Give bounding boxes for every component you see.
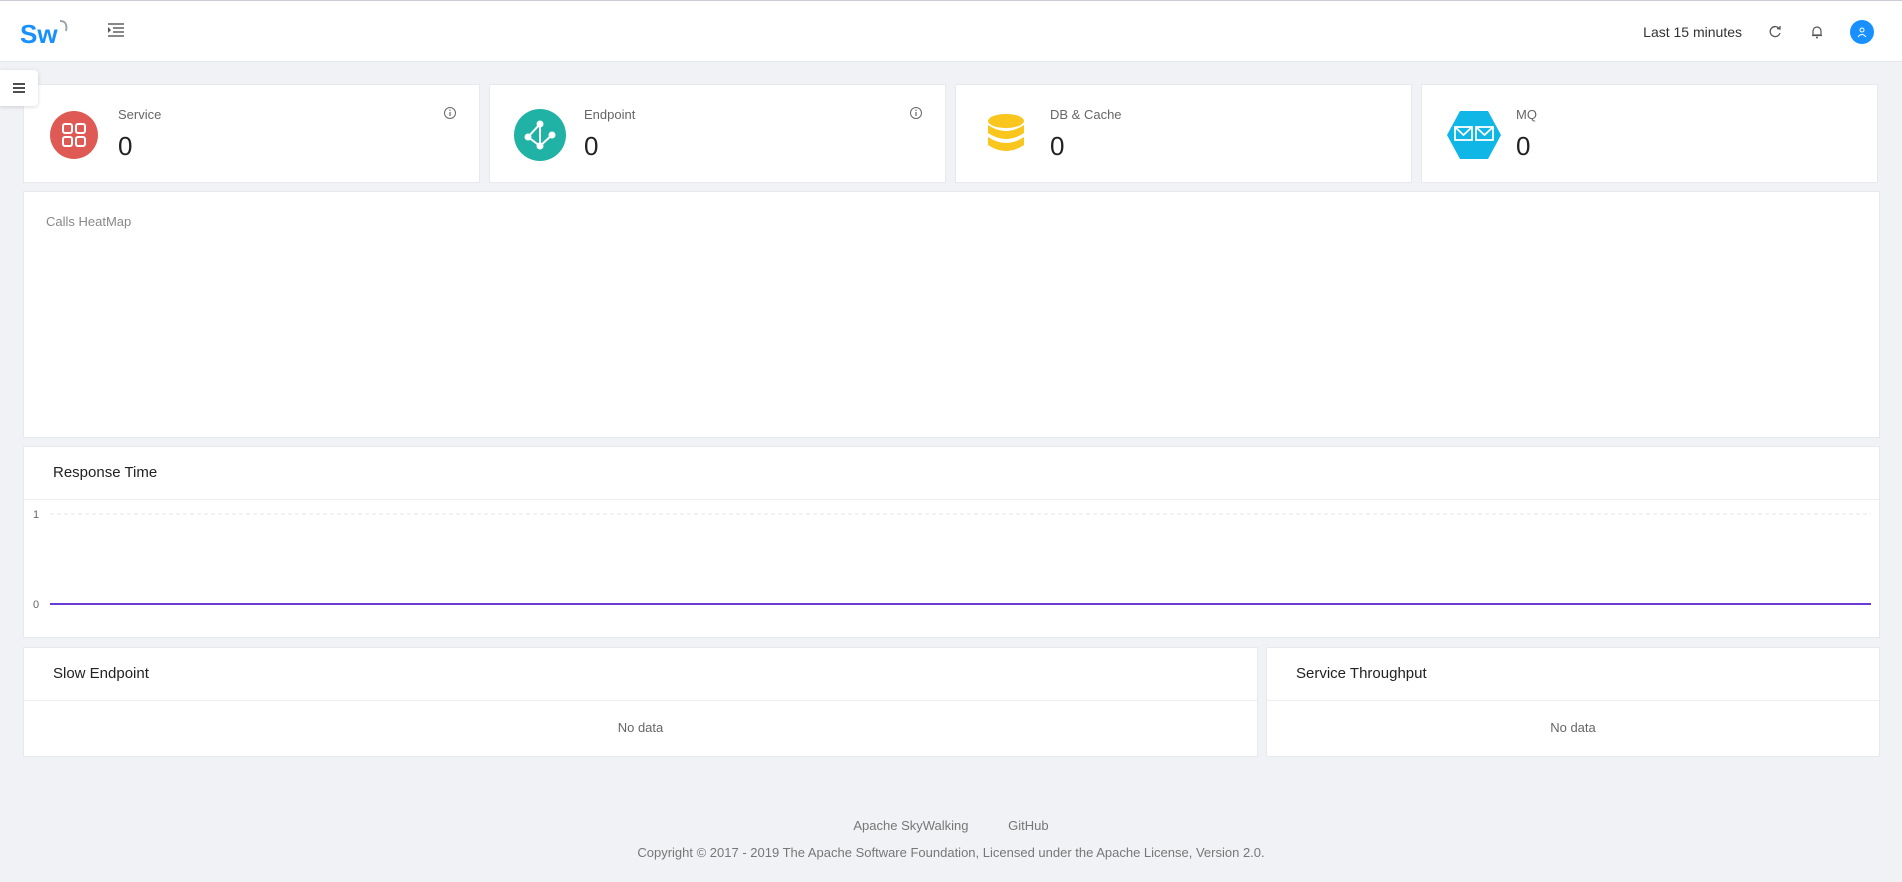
- db-cache-stat-card[interactable]: DB & Cache 0: [955, 84, 1412, 183]
- copyright-text: Copyright © 2017 - 2019 The Apache Softw…: [637, 845, 1265, 860]
- panel-title: Slow Endpoint: [53, 665, 149, 682]
- footer-links: Apache SkyWalking GitHub: [0, 818, 1902, 833]
- skywalking-logo[interactable]: Sw: [20, 15, 72, 49]
- response-time-panel: Response Time 10: [23, 446, 1880, 638]
- top-header: Sw Last 15 minutes: [0, 0, 1902, 62]
- stat-value: 0: [1050, 131, 1065, 161]
- heatmap-title: Calls HeatMap: [46, 214, 132, 229]
- slow-endpoint-panel: Slow Endpoint No data: [23, 647, 1258, 757]
- info-icon[interactable]: [443, 106, 457, 120]
- sidebar-toggle-button[interactable]: [0, 70, 38, 106]
- empty-state-text: No data: [617, 720, 664, 735]
- database-icon: [980, 109, 1032, 161]
- github-link[interactable]: GitHub: [1008, 818, 1048, 833]
- info-icon[interactable]: [909, 106, 923, 120]
- y-tick-label: 0: [33, 599, 39, 611]
- refresh-icon[interactable]: [1766, 23, 1784, 41]
- stat-label: MQ: [1516, 107, 1537, 122]
- hamburger-icon: [13, 83, 25, 93]
- empty-state-text: No data: [1550, 720, 1596, 735]
- stat-value: 0: [584, 131, 599, 161]
- endpoint-nodes-icon: [514, 109, 566, 161]
- svg-text:Sw: Sw: [20, 19, 58, 49]
- stat-value: 0: [1516, 131, 1531, 161]
- y-tick-label: 1: [33, 509, 39, 521]
- stat-label: Service: [118, 107, 162, 122]
- stat-value: 0: [118, 131, 133, 161]
- stat-label: Endpoint: [584, 107, 636, 122]
- stat-label: DB & Cache: [1050, 107, 1122, 122]
- user-icon: [1857, 27, 1867, 38]
- panel-divider: [1267, 700, 1879, 701]
- apache-skywalking-link[interactable]: Apache SkyWalking: [853, 818, 968, 833]
- time-range-selector[interactable]: Last 15 minutes: [1643, 24, 1742, 40]
- panel-title: Response Time: [53, 464, 158, 481]
- service-stat-card[interactable]: Service 0: [23, 84, 480, 183]
- panel-divider: [24, 700, 1257, 701]
- menu-fold-icon[interactable]: [106, 21, 128, 41]
- apps-grid-icon: [48, 109, 100, 161]
- header-toolbar: Last 15 minutes: [1643, 1, 1874, 63]
- user-avatar[interactable]: [1850, 20, 1874, 44]
- bell-icon[interactable]: [1808, 23, 1826, 41]
- calls-heatmap-panel: Calls HeatMap: [23, 191, 1880, 438]
- service-throughput-panel: Service Throughput No data: [1266, 647, 1880, 757]
- response-time-chart: 10: [33, 509, 1871, 611]
- panel-title: Service Throughput: [1296, 665, 1427, 682]
- mq-stat-card[interactable]: MQ 0: [1421, 84, 1878, 183]
- endpoint-stat-card[interactable]: Endpoint 0: [489, 84, 946, 183]
- message-queue-icon: [1446, 109, 1501, 161]
